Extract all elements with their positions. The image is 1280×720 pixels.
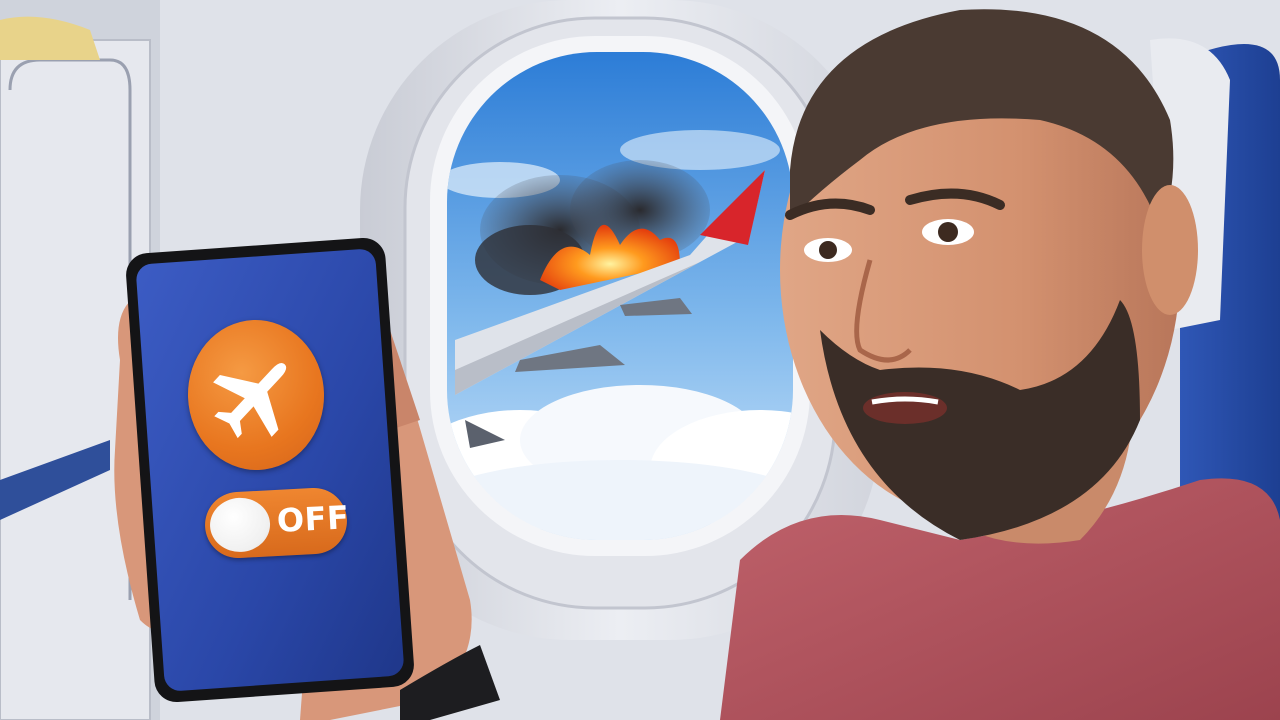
scene-illustration [0, 0, 1280, 720]
thumbnail-scene: OFF [0, 0, 1280, 720]
